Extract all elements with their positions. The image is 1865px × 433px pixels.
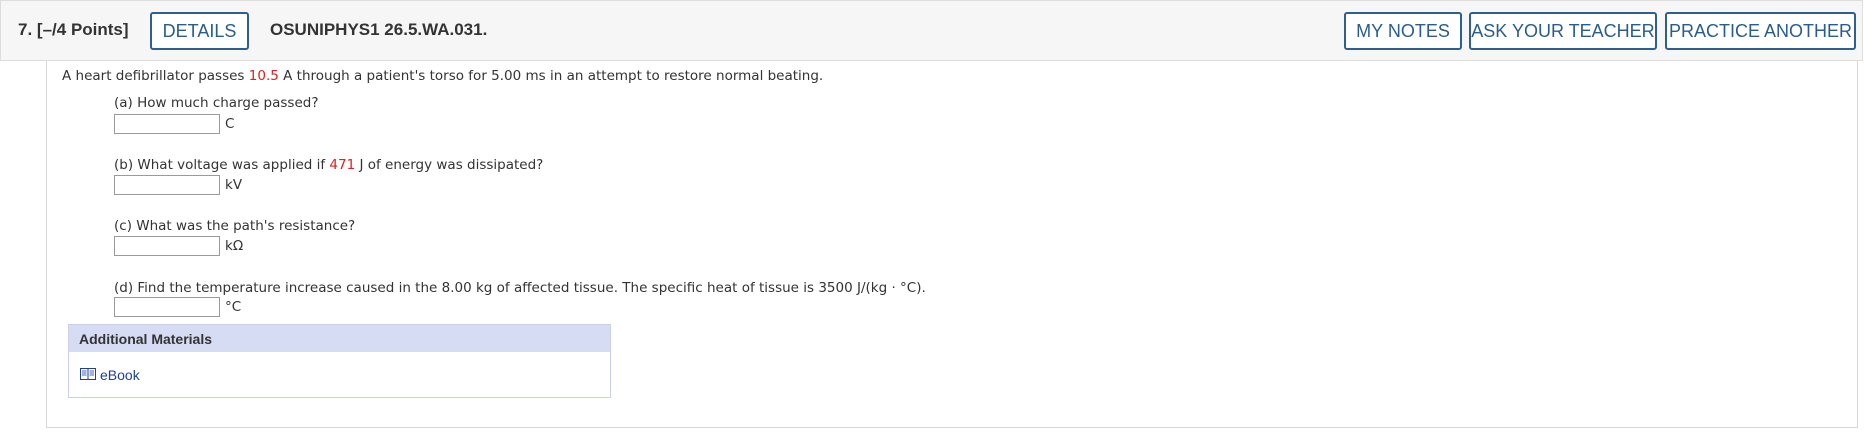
part-a-question: (a) How much charge passed?: [114, 95, 319, 111]
part-a-answer-input[interactable]: [114, 114, 220, 134]
current-value: 10.5: [248, 68, 279, 84]
part-b-text-start: (b) What voltage was applied if: [114, 157, 330, 173]
additional-materials-box: Additional Materials eBook: [68, 324, 611, 398]
part-d-question: (d) Find the temperature increase caused…: [114, 280, 926, 296]
additional-materials-heading: Additional Materials: [69, 325, 610, 352]
question-number: 7.: [18, 20, 33, 39]
ebook-link[interactable]: eBook: [80, 367, 140, 383]
practice-another-button[interactable]: PRACTICE ANOTHER: [1665, 12, 1856, 50]
part-a-unit: C: [225, 116, 235, 132]
problem-statement: A heart defibrillator passes 10.5 A thro…: [62, 68, 823, 84]
part-b-answer-input[interactable]: [114, 175, 220, 195]
details-button[interactable]: DETAILS: [150, 12, 249, 50]
my-notes-button[interactable]: MY NOTES: [1344, 12, 1462, 50]
points-label: [–/4 Points]: [36, 20, 129, 39]
part-c-question: (c) What was the path's resistance?: [114, 218, 356, 234]
part-c-unit: kΩ: [225, 238, 244, 254]
part-b-unit: kV: [225, 177, 243, 193]
question-number-points: 7. [–/4 Points]: [18, 20, 129, 40]
part-b-question: (b) What voltage was applied if 471 J of…: [114, 157, 543, 173]
book-icon: [80, 367, 96, 383]
problem-text-end: A through a patient's torso for 5.00 ms …: [278, 68, 824, 84]
energy-value: 471: [329, 157, 356, 173]
ask-your-teacher-button[interactable]: ASK YOUR TEACHER: [1469, 12, 1657, 50]
part-d-unit: °C: [225, 299, 242, 315]
ebook-link-label: eBook: [100, 367, 140, 383]
part-c-answer-input[interactable]: [114, 236, 220, 256]
part-d-answer-input[interactable]: [114, 297, 220, 317]
problem-text-start: A heart defibrillator passes: [62, 68, 249, 84]
part-b-text-end: J of energy was dissipated?: [355, 157, 544, 173]
question-id: OSUNIPHYS1 26.5.WA.031.: [270, 20, 488, 39]
